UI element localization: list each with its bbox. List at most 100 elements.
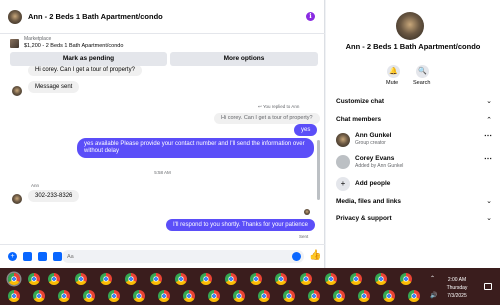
add-people-button[interactable]: Add people [355,180,390,187]
chrome-icon[interactable] [358,290,370,302]
chrome-icon[interactable] [275,273,287,285]
message-bubble-outgoing: I'll respond to you shortly. Thanks for … [166,219,315,231]
clock-time[interactable]: 2:00 AM [442,277,472,283]
info-icon[interactable]: i [306,12,315,21]
chrome-icon[interactable] [308,290,320,302]
chrome-icon[interactable] [75,273,87,285]
search-icon[interactable]: 🔍 [416,65,429,78]
chrome-icon[interactable] [150,273,162,285]
chrome-icon[interactable] [8,290,20,302]
chat-title[interactable]: Ann - 2 Beds 1 Bath Apartment/condo [28,12,163,21]
gif-icon[interactable] [53,252,62,261]
member-role: Group creator [355,140,386,146]
media-files-links-section[interactable]: Media, files and links [336,198,401,205]
search-label: Search [413,80,431,86]
sender-avatar [12,86,22,96]
chrome-icon[interactable] [108,290,120,302]
member-avatar-default[interactable] [336,155,350,169]
listing-title: $1,200 - 2 Beds 1 Bath Apartment/condo [24,43,124,49]
chrome-icon[interactable] [250,273,262,285]
chevron-up-icon[interactable]: ⌃ [430,275,435,282]
chrome-icon[interactable] [158,290,170,302]
more-icon[interactable]: ⋯ [484,154,492,163]
chrome-icon[interactable] [183,290,195,302]
message-bubble: Message sent [28,81,80,93]
chat-header: Ann - 2 Beds 1 Bath Apartment/condo i [0,0,325,34]
listing-thumbnail [10,38,19,48]
chat-members-section[interactable]: Chat members [336,116,381,123]
sender-avatar [12,194,22,204]
plus-icon[interactable]: + [8,252,17,261]
add-person-icon[interactable]: + [336,177,350,191]
chat-info-panel: Ann - 2 Beds 1 Bath Apartment/condo 🔔 Mu… [326,0,500,268]
member-role: Added by Ann Gunkel [355,163,404,169]
mute-label: Mute [386,80,399,86]
chrome-icon[interactable] [283,290,295,302]
chrome-icon[interactable] [400,273,412,285]
chrome-icon[interactable] [175,273,187,285]
chrome-icon[interactable] [333,290,345,302]
emoji-icon[interactable] [292,252,301,261]
chrome-icon[interactable] [83,290,95,302]
chrome-icon[interactable] [208,290,220,302]
marketplace-label: Marketplace [24,36,52,42]
more-options-button[interactable]: More options [170,52,318,66]
quoted-message: Hi corey. Can I get a tour of property? [214,113,320,124]
chrome-icon[interactable] [225,273,237,285]
member-name[interactable]: Corey Evans [355,155,394,162]
chrome-icon[interactable] [350,273,362,285]
chat-window: Ann - 2 Beds 1 Bath Apartment/condo i Ma… [0,0,325,268]
chat-avatar[interactable] [8,9,22,24]
chrome-icon[interactable] [258,290,270,302]
chevron-down-icon[interactable]: ⌄ [486,197,492,205]
chrome-icon[interactable] [58,290,70,302]
sticker-icon[interactable] [38,252,47,261]
more-icon[interactable]: ⋯ [484,131,492,140]
replied-note: ↩ You replied to Ann [258,104,300,109]
read-receipt-avatar [304,209,310,215]
customize-chat-section[interactable]: Customize chat [336,98,384,105]
message-bubble-outgoing: yes [294,124,318,136]
chrome-icon[interactable] [28,273,40,285]
message-bubble: Hi corey. Can I get a tour of property? [28,66,142,76]
notification-icon[interactable] [484,283,492,290]
thumbs-up-icon[interactable]: 👍 [309,250,321,261]
marketplace-listing[interactable]: Marketplace $1,200 - 2 Beds 1 Bath Apart… [10,36,123,50]
chrome-icon[interactable] [375,273,387,285]
member-avatar[interactable] [336,133,350,147]
chrome-icon[interactable] [200,273,212,285]
mark-as-pending-button[interactable]: Mark as pending [10,52,167,66]
chrome-icon[interactable] [325,273,337,285]
message-bubble-outgoing: yes available Please provide your contac… [77,138,314,158]
bell-icon[interactable]: 🔔 [387,65,400,78]
chrome-icon[interactable] [100,273,112,285]
scrollbar[interactable] [317,140,320,200]
privacy-support-section[interactable]: Privacy & support [336,215,392,222]
clock-day[interactable]: Thursday [442,285,472,291]
chrome-icon[interactable] [125,273,137,285]
timestamp: 5:58 AM [154,170,171,175]
sent-status: Sent [299,234,309,239]
taskbar [0,268,500,305]
message-input[interactable] [62,250,304,263]
chrome-icon[interactable] [383,290,395,302]
clock-date[interactable]: 7/3/2025 [442,293,472,299]
speaker-icon[interactable]: 🔊 [430,292,437,299]
composer: + 👍 [0,244,325,268]
chevron-down-icon[interactable]: ⌄ [486,97,492,105]
sender-name: Ann [31,183,40,188]
member-name[interactable]: Ann Gunkel [355,132,391,139]
message-list: Hi corey. Can I get a tour of property? … [0,66,325,242]
chrome-icon[interactable] [33,290,45,302]
chrome-icon[interactable] [300,273,312,285]
chrome-icon[interactable] [233,290,245,302]
chrome-icon[interactable] [133,290,145,302]
image-icon[interactable] [23,252,32,261]
chrome-icon[interactable] [408,290,420,302]
message-bubble: 302-233-8326 [28,190,80,202]
chrome-icon[interactable] [8,273,20,285]
group-avatar [396,12,424,40]
chevron-down-icon[interactable]: ⌄ [486,214,492,222]
chevron-up-icon[interactable]: ⌃ [486,116,492,124]
chrome-icon[interactable] [48,273,60,285]
